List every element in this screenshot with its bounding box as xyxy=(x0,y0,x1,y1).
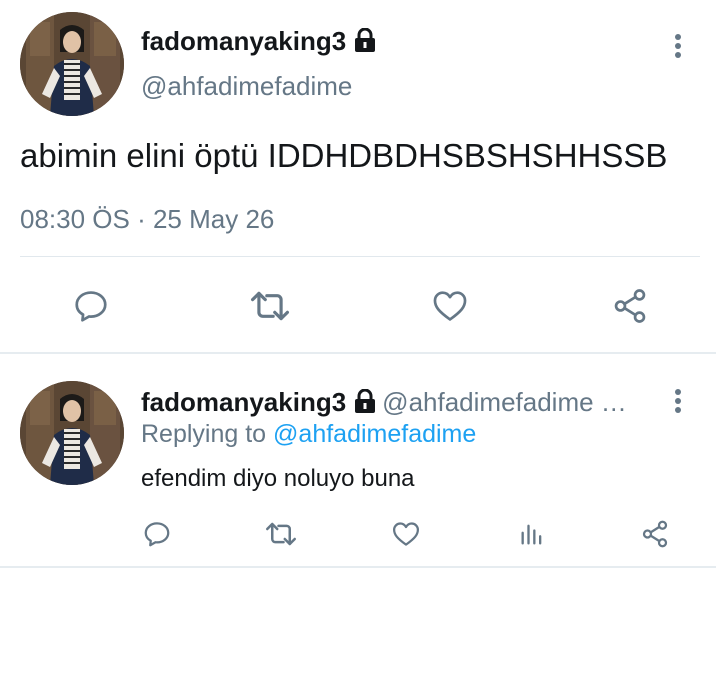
retweet-icon[interactable] xyxy=(246,284,294,328)
more-vertical-icon[interactable] xyxy=(666,28,690,64)
replying-prefix: Replying to xyxy=(141,420,274,448)
divider xyxy=(0,566,716,568)
reply-header: fadomanyaking3 @ahfadimefadime … xyxy=(141,387,653,420)
share-icon[interactable] xyxy=(607,284,653,328)
reply-icon[interactable] xyxy=(69,284,113,328)
share-icon[interactable] xyxy=(639,517,671,551)
like-icon[interactable] xyxy=(427,284,473,328)
reply-icon[interactable] xyxy=(141,517,173,551)
timestamp[interactable]: 08:30 ÖS · 25 May 26 xyxy=(20,204,274,235)
display-name[interactable]: fadomanyaking3 xyxy=(141,387,346,417)
divider xyxy=(0,352,716,354)
avatar[interactable] xyxy=(20,12,124,116)
like-icon[interactable] xyxy=(389,517,423,551)
avatar[interactable] xyxy=(20,381,124,485)
analytics-icon[interactable] xyxy=(517,517,547,551)
replying-to: Replying to @ahfadimefadime xyxy=(141,420,476,449)
display-name-text[interactable]: fadomanyaking3 xyxy=(141,26,346,56)
tweet-text: abimin elini öptü IDDHDBDHSBSHSHHSSB xyxy=(20,137,668,174)
retweet-icon[interactable] xyxy=(263,517,299,551)
handle[interactable]: @ahfadimefadime … xyxy=(382,387,627,417)
main-tweet: fadomanyaking3 @ahfadimefadime abimin el… xyxy=(0,0,716,354)
mention-link[interactable]: @ahfadimefadime xyxy=(273,420,476,448)
display-name[interactable]: fadomanyaking3 xyxy=(141,26,376,59)
handle[interactable]: @ahfadimefadime xyxy=(141,71,352,102)
lock-icon xyxy=(354,388,376,420)
divider xyxy=(20,256,700,257)
more-vertical-icon[interactable] xyxy=(666,383,690,419)
lock-icon xyxy=(354,27,376,59)
tweet-text: efendim diyo noluyo buna xyxy=(141,465,415,492)
